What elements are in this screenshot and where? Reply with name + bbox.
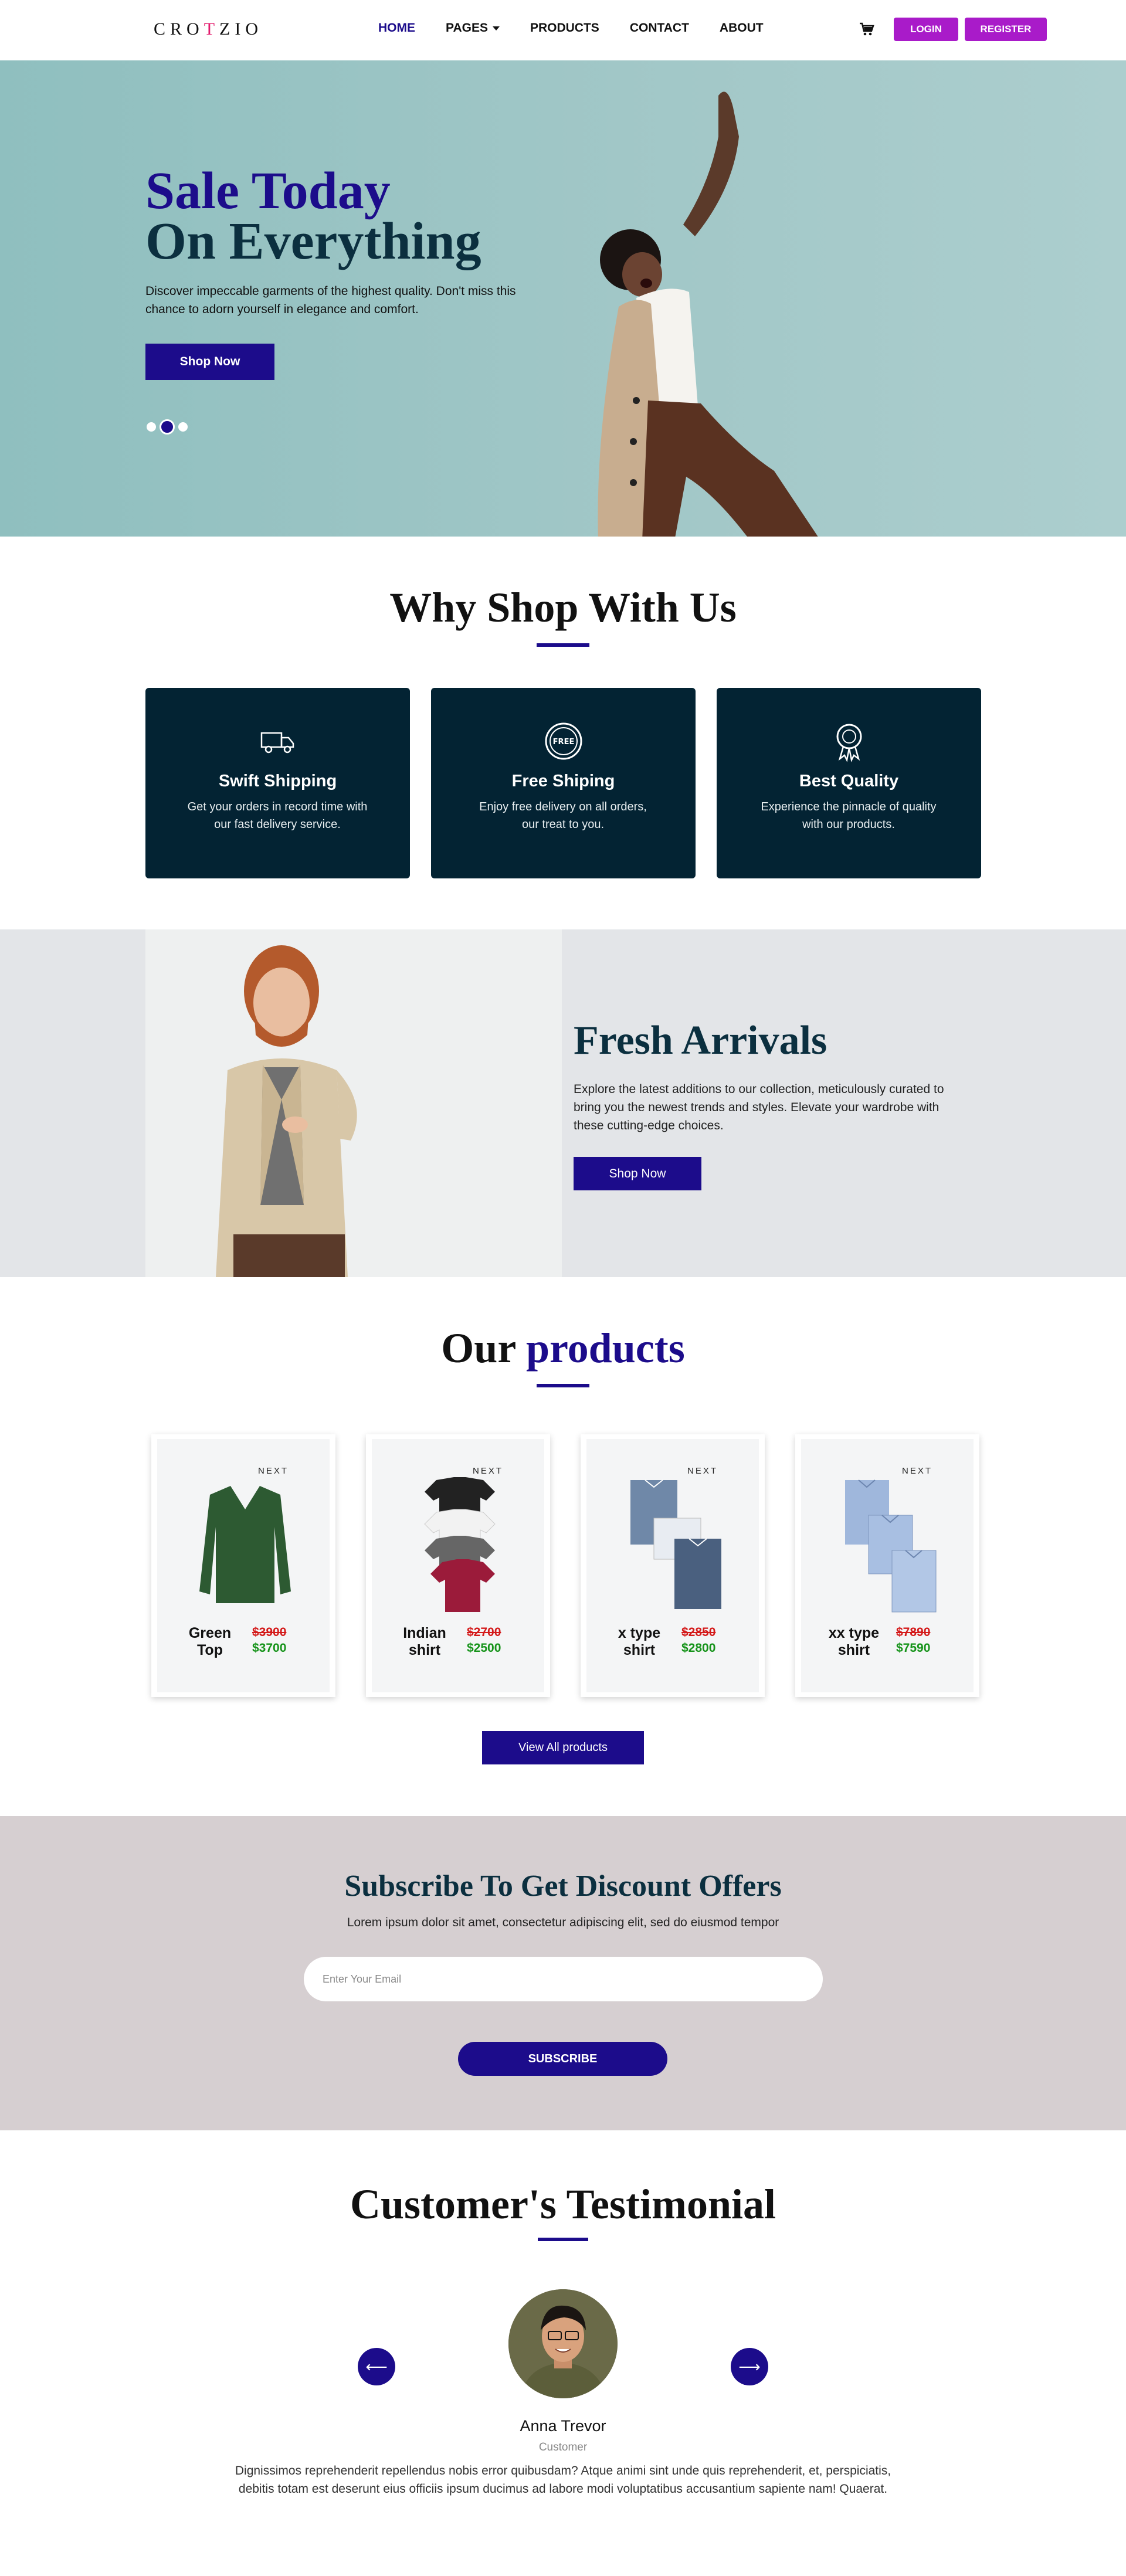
- nav-home[interactable]: HOME: [378, 21, 415, 35]
- testimonial-prev-button[interactable]: ⟵: [358, 2348, 395, 2385]
- feature-card-free-shipping: FREE Free Shiping Enjoy free delivery on…: [431, 688, 696, 878]
- title-underline: [538, 2238, 588, 2241]
- product-card[interactable]: NEXT x type shirt $2850 $2800: [581, 1434, 765, 1697]
- brand-name-accent: T: [204, 19, 220, 39]
- carousel-dot-3[interactable]: [178, 422, 188, 432]
- hero-shop-now-button[interactable]: Shop Now: [145, 344, 274, 380]
- testimonial-title: Customer's Testimonial: [350, 2181, 776, 2228]
- title-underline: [537, 643, 589, 647]
- products-title-prefix: Our: [441, 1325, 526, 1372]
- login-button[interactable]: LOGIN: [894, 18, 958, 41]
- fresh-shop-now-button[interactable]: Shop Now: [574, 1157, 701, 1190]
- blue-shirts-image: [845, 1479, 937, 1613]
- hero-description: Discover impeccable garments of the high…: [145, 284, 516, 316]
- product-old-price: $2850: [681, 1625, 716, 1639]
- product-new-price: $2800: [681, 1641, 716, 1655]
- fresh-arrivals-image: [145, 929, 562, 1277]
- fresh-model-figure: [216, 945, 357, 1277]
- feature-card-quality: Best Quality Experience the pinnacle of …: [717, 688, 981, 878]
- feature-card-shipping: Swift Shipping Get your orders in record…: [145, 688, 410, 878]
- email-input[interactable]: [304, 1957, 823, 2001]
- hero-title: Sale Today On Everything: [145, 162, 481, 270]
- carousel-indicators: [147, 419, 188, 435]
- nav-pages-label: PAGES: [446, 21, 488, 35]
- feature-text: Experience the pinnacle of quality with …: [761, 800, 937, 831]
- products-title: Our products: [0, 1324, 1126, 1373]
- brand-logo[interactable]: CROTZIO: [154, 19, 263, 39]
- feature-text: Enjoy free delivery on all orders, our t…: [479, 800, 647, 831]
- feature-text: Get your orders in record time with our …: [187, 800, 368, 831]
- product-new-price: $2500: [467, 1641, 501, 1655]
- arrow-left-icon: ⟵: [365, 2357, 388, 2375]
- carousel-dot-2-active[interactable]: [160, 419, 175, 435]
- product-card[interactable]: NEXT xx type shirt $7890 $7590: [795, 1434, 979, 1697]
- feature-title: Swift Shipping: [218, 772, 337, 790]
- feature-title: Best Quality: [799, 772, 899, 790]
- nav-products[interactable]: PRODUCTS: [530, 21, 599, 35]
- nav-pages[interactable]: PAGES: [446, 21, 500, 35]
- fresh-arrivals-description: Explore the latest additions to our coll…: [574, 1082, 944, 1132]
- truck-icon: [260, 732, 294, 754]
- subscribe-section: Subscribe To Get Discount Offers Lorem i…: [0, 1816, 1126, 2130]
- product-name: Green Top: [188, 1625, 232, 1658]
- cart-icon[interactable]: [859, 22, 874, 36]
- svg-text:FREE: FREE: [553, 738, 575, 746]
- product-name: x type shirt: [618, 1625, 661, 1658]
- shirts-stack-image: [630, 1479, 721, 1609]
- product-name: xx type shirt: [828, 1625, 880, 1658]
- green-top-image: [199, 1486, 291, 1603]
- testimonial-next-button[interactable]: ⟶: [731, 2348, 768, 2385]
- feature-title: Free Shiping: [511, 772, 615, 790]
- view-all-products-button[interactable]: View All products: [482, 1731, 644, 1764]
- free-badge-icon: FREE: [545, 722, 582, 760]
- main-nav: HOME PAGES PRODUCTS CONTACT ABOUT: [378, 21, 794, 35]
- product-name: Indian shirt: [403, 1625, 446, 1658]
- why-shop-title: Why Shop With Us: [389, 584, 737, 631]
- subscribe-title: Subscribe To Get Discount Offers: [344, 1869, 782, 1903]
- nav-about[interactable]: ABOUT: [720, 21, 764, 35]
- testimonial-name: Anna Trevor: [520, 2417, 606, 2435]
- title-underline: [537, 1384, 589, 1387]
- product-old-price: $7890: [896, 1625, 931, 1639]
- hero-title-line-2: On Everything: [145, 212, 481, 270]
- hero-banner: Sale Today On Everything Discover impecc…: [0, 60, 1126, 537]
- product-card[interactable]: NEXT Indian shirt $2700 $2500: [366, 1434, 550, 1697]
- avatar: [508, 2289, 618, 2398]
- testimonial-text: Dignissimos reprehenderit repellendus no…: [235, 2464, 891, 2496]
- product-new-price: $7590: [896, 1641, 931, 1655]
- fresh-arrivals-section: Fresh Arrivals Explore the latest additi…: [0, 929, 1126, 1277]
- product-card[interactable]: NEXT Green Top $3900 $3700: [151, 1434, 335, 1697]
- chevron-down-icon: [492, 26, 500, 30]
- subscribe-button[interactable]: SUBSCRIBE: [458, 2042, 667, 2076]
- tshirts-stack-image: [424, 1477, 496, 1612]
- products-title-highlight: products: [525, 1325, 685, 1372]
- customer-photo: [508, 2289, 618, 2398]
- fresh-arrivals-title: Fresh Arrivals: [574, 1018, 827, 1063]
- arrow-right-icon: ⟶: [738, 2357, 761, 2375]
- brand-name-part: ZIO: [219, 19, 263, 39]
- award-ribbon-icon: [836, 724, 862, 762]
- product-new-price: $3700: [252, 1641, 287, 1655]
- navbar: CROTZIO HOME PAGES PRODUCTS CONTACT ABOU…: [0, 0, 1126, 60]
- hero-title-line-1: Sale Today: [145, 162, 391, 220]
- brand-name-part: CRO: [154, 19, 204, 39]
- nav-contact[interactable]: CONTACT: [630, 21, 689, 35]
- product-old-price: $2700: [467, 1625, 501, 1639]
- product-old-price: $3900: [252, 1625, 287, 1639]
- carousel-dot-1[interactable]: [147, 422, 156, 432]
- subscribe-description: Lorem ipsum dolor sit amet, consectetur …: [347, 1916, 779, 1929]
- register-button[interactable]: REGISTER: [965, 18, 1047, 41]
- testimonial-role: Customer: [538, 2441, 588, 2453]
